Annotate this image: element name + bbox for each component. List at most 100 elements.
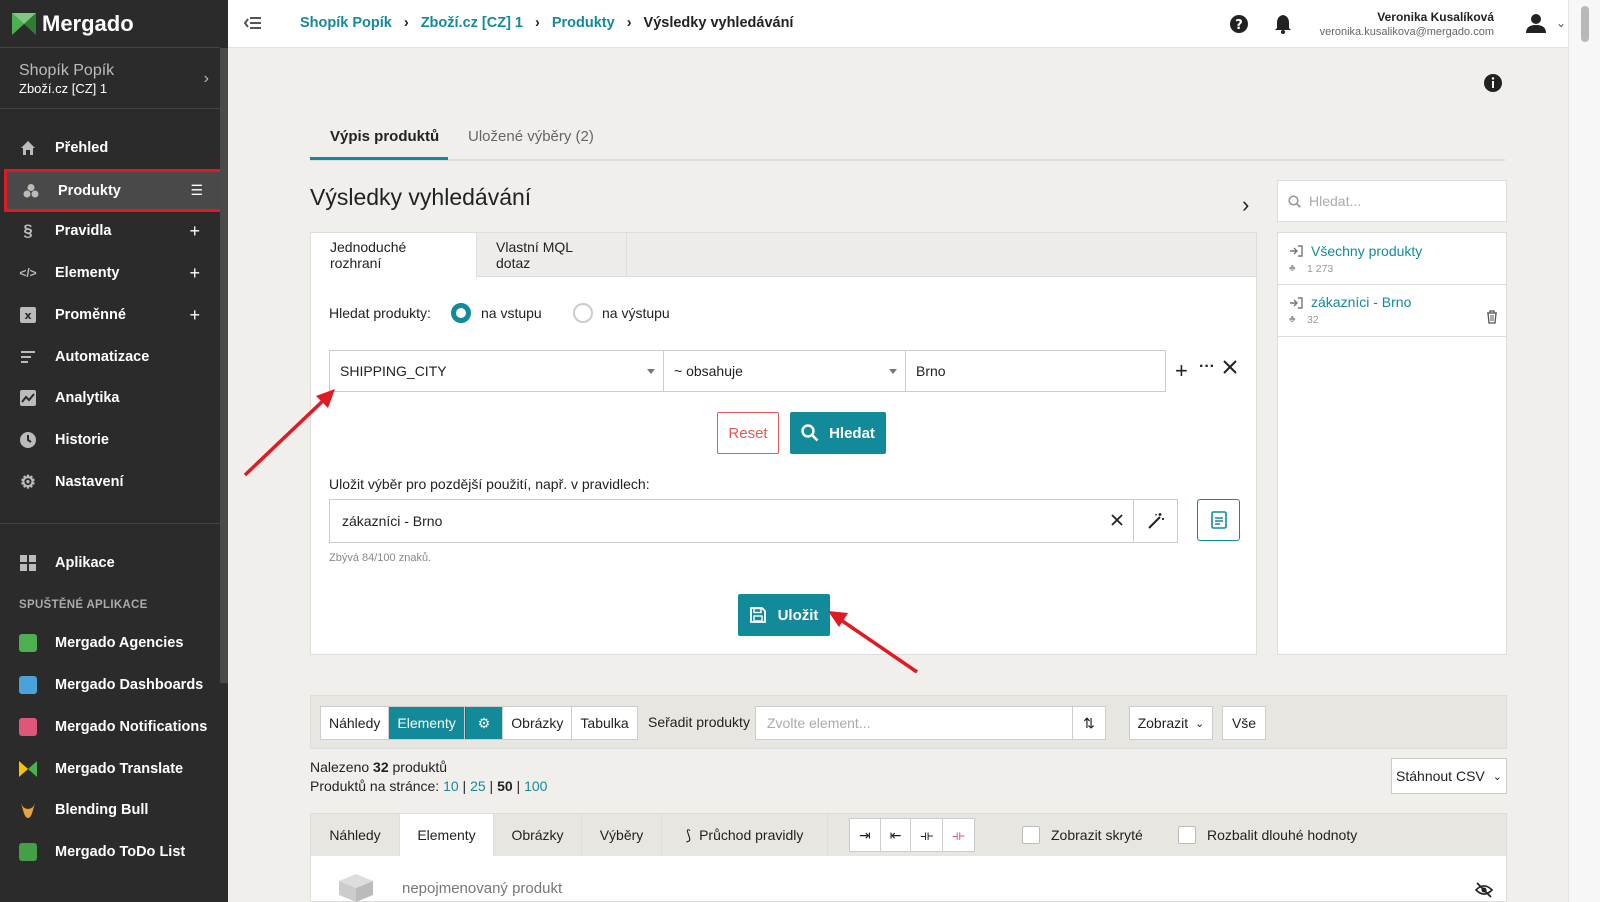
sort-direction-icon[interactable]: ⇅ <box>1072 706 1106 740</box>
value-input[interactable]: Brno <box>905 350 1166 392</box>
section-icon: § <box>23 221 33 240</box>
list-icon[interactable]: ☰ <box>190 182 203 199</box>
info-icon[interactable] <box>1484 74 1502 92</box>
trash-icon[interactable] <box>1486 310 1498 324</box>
per-page-label: Produktů na stránce: <box>310 778 440 794</box>
per-page-option[interactable]: 10 <box>443 778 459 794</box>
breadcrumb-feed[interactable]: Zboží.cz [CZ] 1 <box>421 15 523 31</box>
saved-item-label[interactable]: Všechny produkty <box>1311 243 1422 259</box>
all-button[interactable]: Vše <box>1222 706 1266 740</box>
results-toolbar: Náhledy Elementy ⚙ Obrázky Tabulka Seřad… <box>310 695 1507 749</box>
clear-icon[interactable] <box>1111 514 1123 526</box>
collapse-sidebar-icon[interactable] <box>244 14 262 32</box>
breadcrumb-shop[interactable]: Shopík Popík <box>300 15 392 31</box>
app-item-blending-bull[interactable]: Blending Bull <box>0 789 220 831</box>
app-item-agencies[interactable]: Mergado Agencies <box>0 622 220 664</box>
tab-previews[interactable]: Náhledy <box>311 814 400 856</box>
per-page-option[interactable]: 100 <box>524 778 547 794</box>
notifications-bell-icon[interactable] <box>1274 14 1292 34</box>
app-item-dashboards[interactable]: Mergado Dashboards <box>0 664 220 706</box>
saved-search-input[interactable]: Hledat... <box>1277 180 1507 222</box>
eye-off-icon[interactable] <box>1475 882 1493 898</box>
saved-item-label[interactable]: zákazníci - Brno <box>1311 294 1411 310</box>
radio-output[interactable] <box>573 303 593 323</box>
breadcrumb-products[interactable]: Produkty <box>552 15 615 31</box>
split-icon[interactable]: ⟛ <box>911 819 944 851</box>
found-prefix: Nalezeno <box>310 759 370 775</box>
notes-button[interactable] <box>1197 499 1240 541</box>
operator-select[interactable]: ~ obsahuje <box>663 350 906 392</box>
enter-icon[interactable]: ⇥ <box>850 819 881 851</box>
chevron-right-icon[interactable]: › <box>1242 192 1249 218</box>
radio-input[interactable] <box>451 303 471 323</box>
view-previews[interactable]: Náhledy <box>321 707 390 739</box>
saved-item-count: 1 273 <box>1307 263 1334 275</box>
nav-item-pravidla[interactable]: § Pravidla + <box>0 210 220 252</box>
user-info[interactable]: Veronika Kusalíková veronika.kusalikova@… <box>1320 10 1494 38</box>
page-title: Výsledky vyhledávání <box>310 184 532 210</box>
gear-icon[interactable]: ⚙ <box>464 707 504 739</box>
products-icon <box>22 182 40 200</box>
download-csv-button[interactable]: Stáhnout CSV ⌄ <box>1391 758 1507 794</box>
add-icon[interactable]: + <box>189 263 200 284</box>
help-icon[interactable]: ? <box>1230 15 1248 33</box>
nav-item-nastaveni[interactable]: ⚙ Nastavení <box>0 461 220 503</box>
add-icon[interactable]: + <box>189 305 200 326</box>
nav-item-promenne[interactable]: x Proměnné + <box>0 294 220 336</box>
magic-wand-button[interactable] <box>1133 499 1178 543</box>
nav-item-prehled[interactable]: Přehled <box>0 127 220 169</box>
close-icon[interactable] <box>1223 360 1237 374</box>
save-name-value: zákazníci - Brno <box>342 513 443 529</box>
view-elements[interactable]: Elementy <box>389 707 465 739</box>
more-icon[interactable]: ··· <box>1199 358 1215 376</box>
tab-saved-selections[interactable]: Uložené výběry (2) <box>468 128 594 145</box>
search-button[interactable]: Hledat <box>790 412 886 454</box>
sidebar-scrollbar[interactable] <box>220 48 228 683</box>
field-select[interactable]: SHIPPING_CITY <box>329 350 664 392</box>
tab-product-list[interactable]: Výpis produktů <box>330 128 439 145</box>
save-selection-label: Uložit výběr pro pozdější použití, např.… <box>329 476 650 492</box>
show-dropdown-label: Zobrazit <box>1137 715 1189 731</box>
nav-item-produkty[interactable]: Produkty ☰ <box>4 169 226 212</box>
nav-item-analytika[interactable]: Analytika <box>0 377 220 419</box>
saved-item[interactable]: Všechny produkty ♣ 1 273 <box>1278 233 1506 285</box>
user-avatar-icon[interactable] <box>1526 13 1546 33</box>
search-products-label: Hledat produkty: <box>329 305 431 321</box>
search-icon <box>801 424 819 442</box>
saved-search-placeholder: Hledat... <box>1309 193 1362 209</box>
tab-elements[interactable]: Elementy <box>400 814 494 856</box>
sort-element-input[interactable]: Zvolte element... <box>755 706 1073 740</box>
saved-item[interactable]: zákazníci - Brno ♣ 32 <box>1278 285 1506 337</box>
chevron-down-icon[interactable]: ⌄ <box>1556 16 1566 30</box>
diff-icon[interactable]: ⟛ <box>943 819 974 851</box>
add-icon[interactable]: + <box>189 221 200 242</box>
show-dropdown[interactable]: Zobrazit ⌄ <box>1129 706 1213 740</box>
view-table[interactable]: Tabulka <box>572 707 636 739</box>
per-page-option[interactable]: 25 <box>470 778 486 794</box>
exit-icon[interactable]: ⇤ <box>881 819 912 851</box>
app-item-notifications[interactable]: Mergado Notifications <box>0 706 220 748</box>
app-item-todo[interactable]: Mergado ToDo List <box>0 831 220 873</box>
brand-name: Mergado <box>42 11 134 36</box>
expand-long-checkbox[interactable] <box>1178 826 1196 844</box>
add-condition-icon[interactable]: + <box>1175 358 1188 384</box>
show-hidden-checkbox[interactable] <box>1022 826 1040 844</box>
tab-simple-interface[interactable]: Jednoduché rozhraní <box>311 233 477 277</box>
save-name-input[interactable]: zákazníci - Brno <box>329 499 1134 543</box>
tab-rules-passage[interactable]: ⟆ Průchod pravidly <box>662 814 828 856</box>
page-scrollbar[interactable] <box>1568 0 1600 902</box>
shop-switcher[interactable]: Shopík Popík Zboží.cz [CZ] 1 › <box>19 62 209 96</box>
tab-mql-query[interactable]: Vlastní MQL dotaz <box>477 233 627 277</box>
nav-item-elementy[interactable]: </> Elementy + <box>0 252 220 294</box>
tab-images[interactable]: Obrázky <box>494 814 582 856</box>
reset-button[interactable]: Reset <box>717 412 779 454</box>
nav-item-aplikace[interactable]: Aplikace <box>0 542 220 584</box>
tab-selections[interactable]: Výběry <box>582 814 662 856</box>
save-button[interactable]: Uložit <box>738 594 830 636</box>
view-images[interactable]: Obrázky <box>503 707 573 739</box>
nav-label: Nastavení <box>55 474 124 490</box>
nav-item-historie[interactable]: Historie <box>0 419 220 461</box>
nav-item-automatizace[interactable]: Automatizace <box>0 336 220 378</box>
mergado-logo[interactable]: Mergado <box>12 10 134 38</box>
app-item-translate[interactable]: Mergado Translate <box>0 748 220 790</box>
